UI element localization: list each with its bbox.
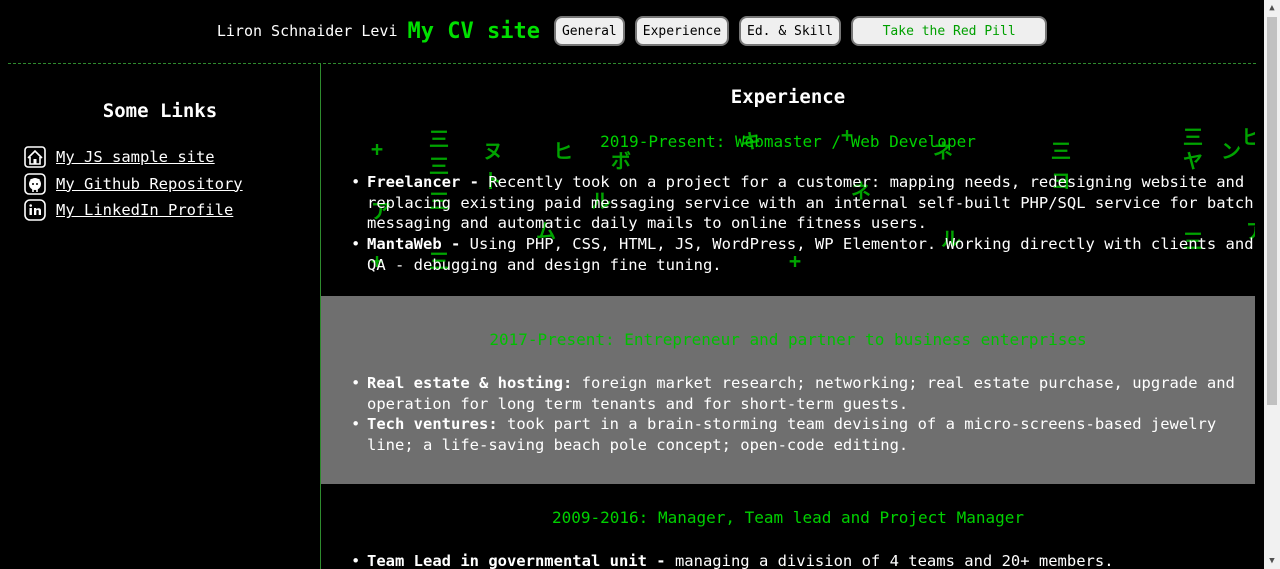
link-js-sample-label[interactable]: My JS sample site [56,148,215,166]
item-text: managing a division of 4 teams and 20+ m… [674,552,1114,569]
list-item: MantaWeb - Using PHP, CSS, HTML, JS, Wor… [351,234,1255,275]
job-items: Real estate & hosting: foreign market re… [349,373,1255,456]
scroll-up-arrow-icon[interactable]: ▲ [1264,0,1280,16]
link-linkedin-label[interactable]: My LinkedIn Profile [56,201,233,219]
list-item: Tech ventures: took part in a brain-stor… [351,414,1255,455]
sidebar-title: Some Links [102,100,218,122]
page-title: Experience [730,86,846,108]
link-js-sample[interactable]: My JS sample site [24,144,243,171]
list-item: Freelancer - Recently took on a project … [351,172,1255,234]
github-icon [24,172,46,195]
item-title: Real estate & hosting: [367,374,573,392]
vertical-scrollbar[interactable]: ▲ ▼ [1264,0,1280,569]
site-header: Liron Schnaider Levi My CV site General … [0,0,1264,62]
home-icon [24,146,46,169]
job-section: +三三三三 ヌト+ ヒムボル キ+ネネ ル三ヨ 三ヤ三ン アヒ+ア 2019-P… [321,128,1255,280]
svg-text:ヤ: ヤ [1183,149,1203,173]
job-section: 2017-Present: Entrepreneur and partner t… [321,296,1255,484]
job-section: 2009-2016: Manager, Team lead and Projec… [321,484,1255,569]
scrollbar-thumb[interactable] [1267,17,1277,405]
item-title: MantaWeb - [367,235,470,254]
list-item: Team Lead in governmental unit - managin… [351,551,1255,569]
item-title: Tech ventures: [367,415,498,434]
nav-experience-button[interactable]: Experience [634,16,730,46]
item-text: Using PHP, CSS, HTML, JS, WordPress, WP … [367,235,1254,274]
red-pill-button[interactable]: Take the Red Pill [851,16,1048,46]
job-items: Team Lead in governmental unit - managin… [349,551,1255,569]
item-text: Recently took on a project for a custome… [367,173,1254,233]
main-content: Experience + 三三三三 ヌト + ヒムボル キ + ネネ ル三ヨ 三ヤ三ン … [321,64,1255,569]
owner-name: Liron Schnaider Levi [216,22,398,40]
job-heading: 2017-Present: Entrepreneur and partner t… [489,330,1087,349]
job-heading: 2019-Present: Webmaster / Web Developer [600,132,976,151]
links-list: My JS sample site My Github Repository M… [24,144,243,224]
nav-education-skill-button[interactable]: Ed. & Skill [739,16,842,46]
svg-text:ボ: ボ [611,149,631,173]
job-heading: 2009-2016: Manager, Team lead and Projec… [551,508,1024,527]
site-title: My CV site [407,18,540,44]
job-items: Freelancer - Recently took on a project … [349,172,1255,276]
link-linkedin[interactable]: My LinkedIn Profile [24,197,243,224]
item-title: Team Lead in governmental unit - [367,552,675,569]
item-title: Freelancer - [367,173,489,191]
linkedin-icon [24,199,46,222]
scroll-down-arrow-icon[interactable]: ▼ [1264,553,1280,569]
nav-general-button[interactable]: General [553,16,625,46]
link-github-label[interactable]: My Github Repository [56,175,243,193]
list-item: Real estate & hosting: foreign market re… [351,373,1255,414]
sidebar: Some Links My JS sample site My Github R… [0,64,321,569]
link-github[interactable]: My Github Repository [24,171,243,198]
